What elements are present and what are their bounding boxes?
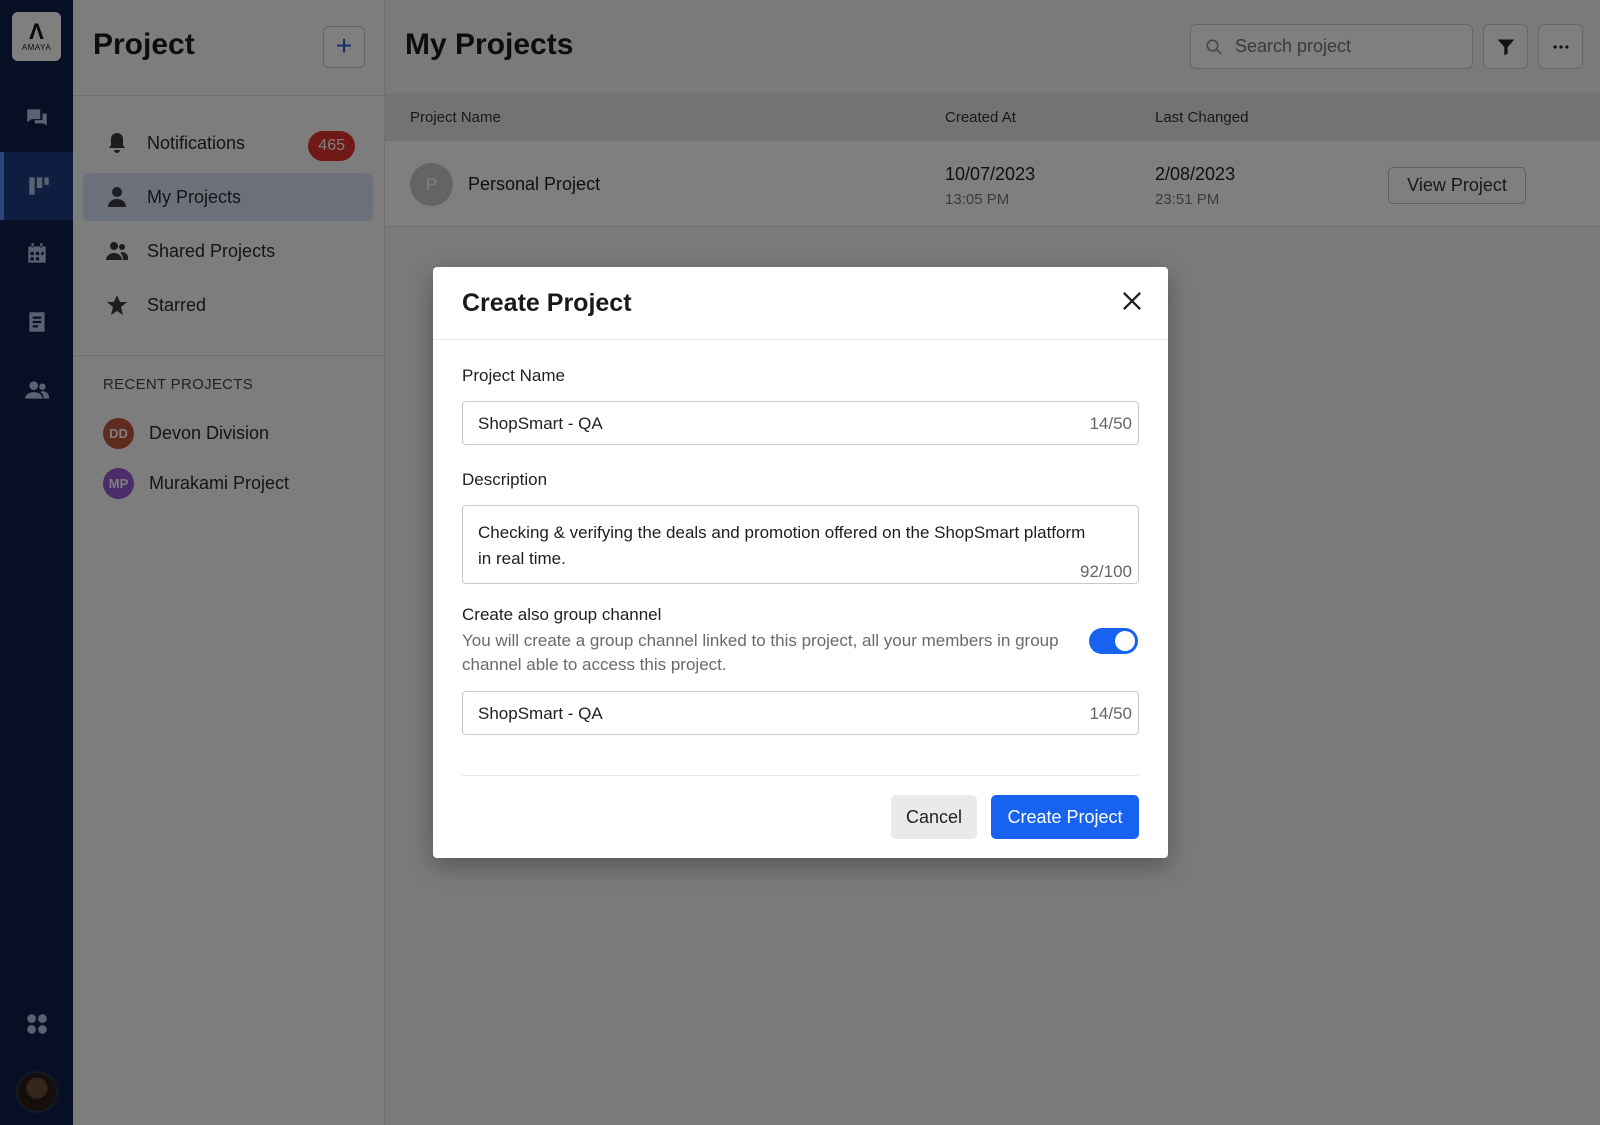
- project-name-field[interactable]: 14/50: [462, 401, 1139, 445]
- close-button[interactable]: [1118, 287, 1146, 315]
- create-project-button[interactable]: Create Project: [991, 795, 1139, 839]
- description-field[interactable]: Checking & verifying the deals and promo…: [462, 505, 1139, 584]
- toggle-knob: [1115, 631, 1135, 651]
- project-name-label: Project Name: [462, 366, 565, 385]
- group-channel-description: You will create a group channel linked t…: [462, 631, 1059, 674]
- channel-name-field[interactable]: 14/50: [462, 691, 1139, 735]
- project-name-input[interactable]: [478, 414, 1048, 434]
- group-channel-title: Create also group channel: [462, 605, 662, 624]
- dialog-title: Create Project: [462, 289, 632, 317]
- channel-name-input[interactable]: [478, 704, 1048, 724]
- channel-name-char-count: 14/50: [1089, 704, 1132, 723]
- dialog-divider: [433, 339, 1168, 340]
- group-channel-toggle[interactable]: [1089, 628, 1138, 654]
- dialog-footer-divider: [462, 775, 1139, 776]
- description-textarea[interactable]: Checking & verifying the deals and promo…: [478, 520, 1098, 574]
- cancel-button[interactable]: Cancel: [891, 795, 977, 839]
- project-name-char-count: 14/50: [1089, 414, 1132, 433]
- create-project-dialog: Create Project Project Name 14/50 Descri…: [433, 267, 1168, 858]
- description-char-count: 92/100: [1080, 562, 1132, 581]
- description-label: Description: [462, 470, 548, 489]
- close-icon: [1123, 292, 1141, 310]
